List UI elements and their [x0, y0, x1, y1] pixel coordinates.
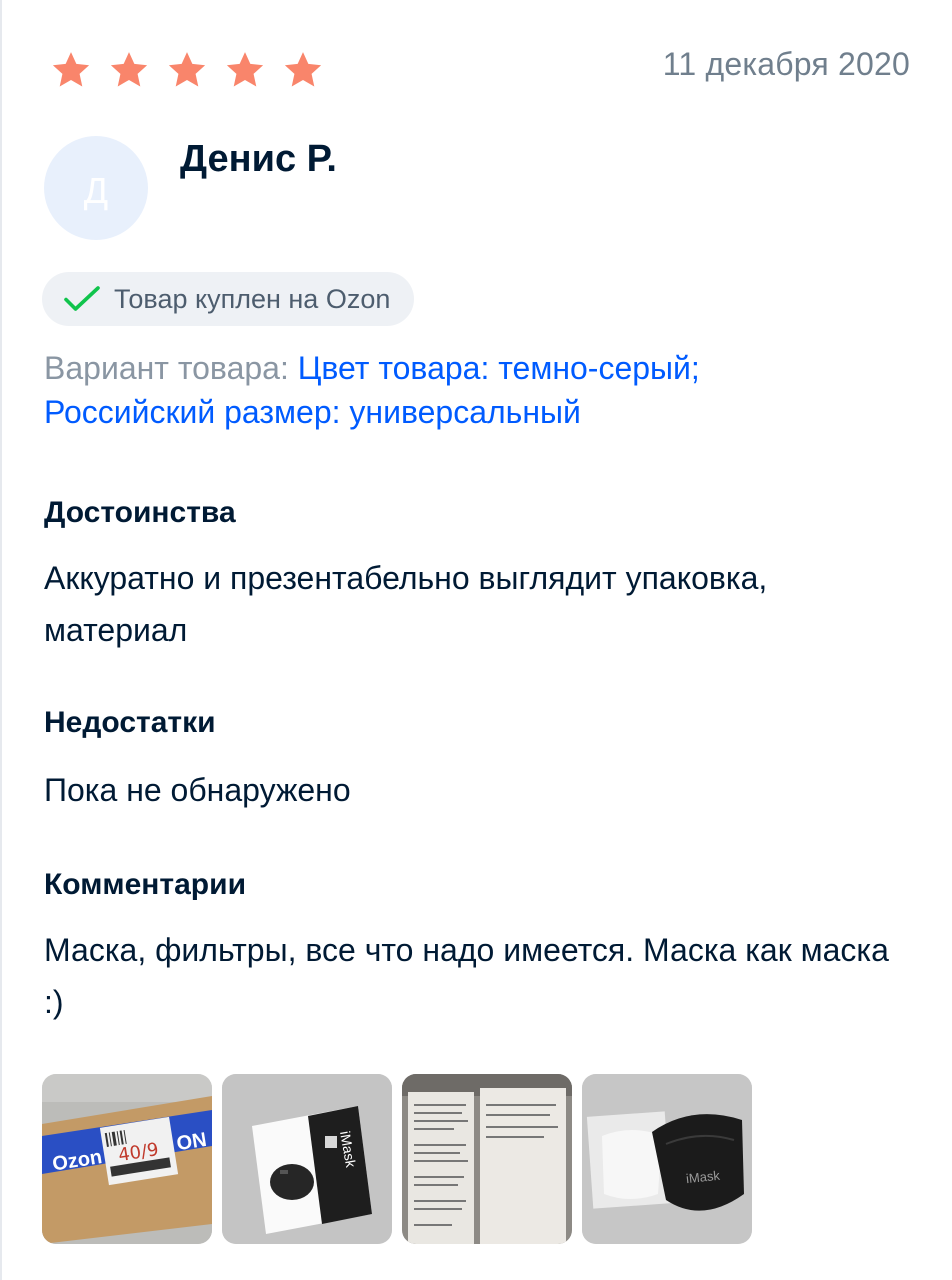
check-icon [62, 284, 102, 314]
rating-stars [44, 48, 330, 92]
comments-text: Маска, фильтры, все что надо имеется. Ма… [44, 932, 889, 1020]
pros-title: Достоинства [44, 496, 236, 529]
badge-text: Товар куплен на Ozon [114, 283, 391, 314]
star-icon [44, 48, 98, 92]
star-icon [218, 48, 272, 92]
comments-title: Комментарии [44, 868, 247, 901]
variant-value-color[interactable]: Цвет товара: темно-серый; [298, 350, 700, 386]
review-photos: Ozon ON 40/9 iMask iMask [42, 1074, 752, 1244]
pros-text: Аккуратно и презентабельно выглядит упак… [44, 560, 768, 648]
purchased-on-ozon-badge: Товар куплен на Ozon [42, 272, 415, 326]
review-photo-instructions[interactable] [402, 1074, 572, 1244]
review-photo-parcel[interactable]: Ozon ON 40/9 [42, 1074, 212, 1244]
cons-text: Пока не обнаружено [44, 772, 351, 808]
review-card: 11 декабря 2020 Д Денис Р. Товар куплен … [0, 0, 952, 1280]
star-icon [102, 48, 156, 92]
review-date: 11 декабря 2020 [662, 46, 910, 82]
star-icon [276, 48, 330, 92]
review-photo-masks[interactable]: iMask [582, 1074, 752, 1244]
variant-label: Вариант товара: [44, 350, 289, 386]
avatar[interactable]: Д [44, 136, 148, 240]
review-photo-box[interactable]: iMask [222, 1074, 392, 1244]
cons-title: Недостатки [44, 706, 216, 739]
variant-value-size[interactable]: Российский размер: универсальный [44, 394, 581, 430]
author-name[interactable]: Денис Р. [180, 138, 337, 181]
svg-text:ON: ON [175, 1129, 208, 1155]
card-edge-divider [0, 0, 2, 1280]
star-icon [160, 48, 214, 92]
product-variant: Вариант товара: Цвет товара: темно-серый… [44, 346, 904, 434]
